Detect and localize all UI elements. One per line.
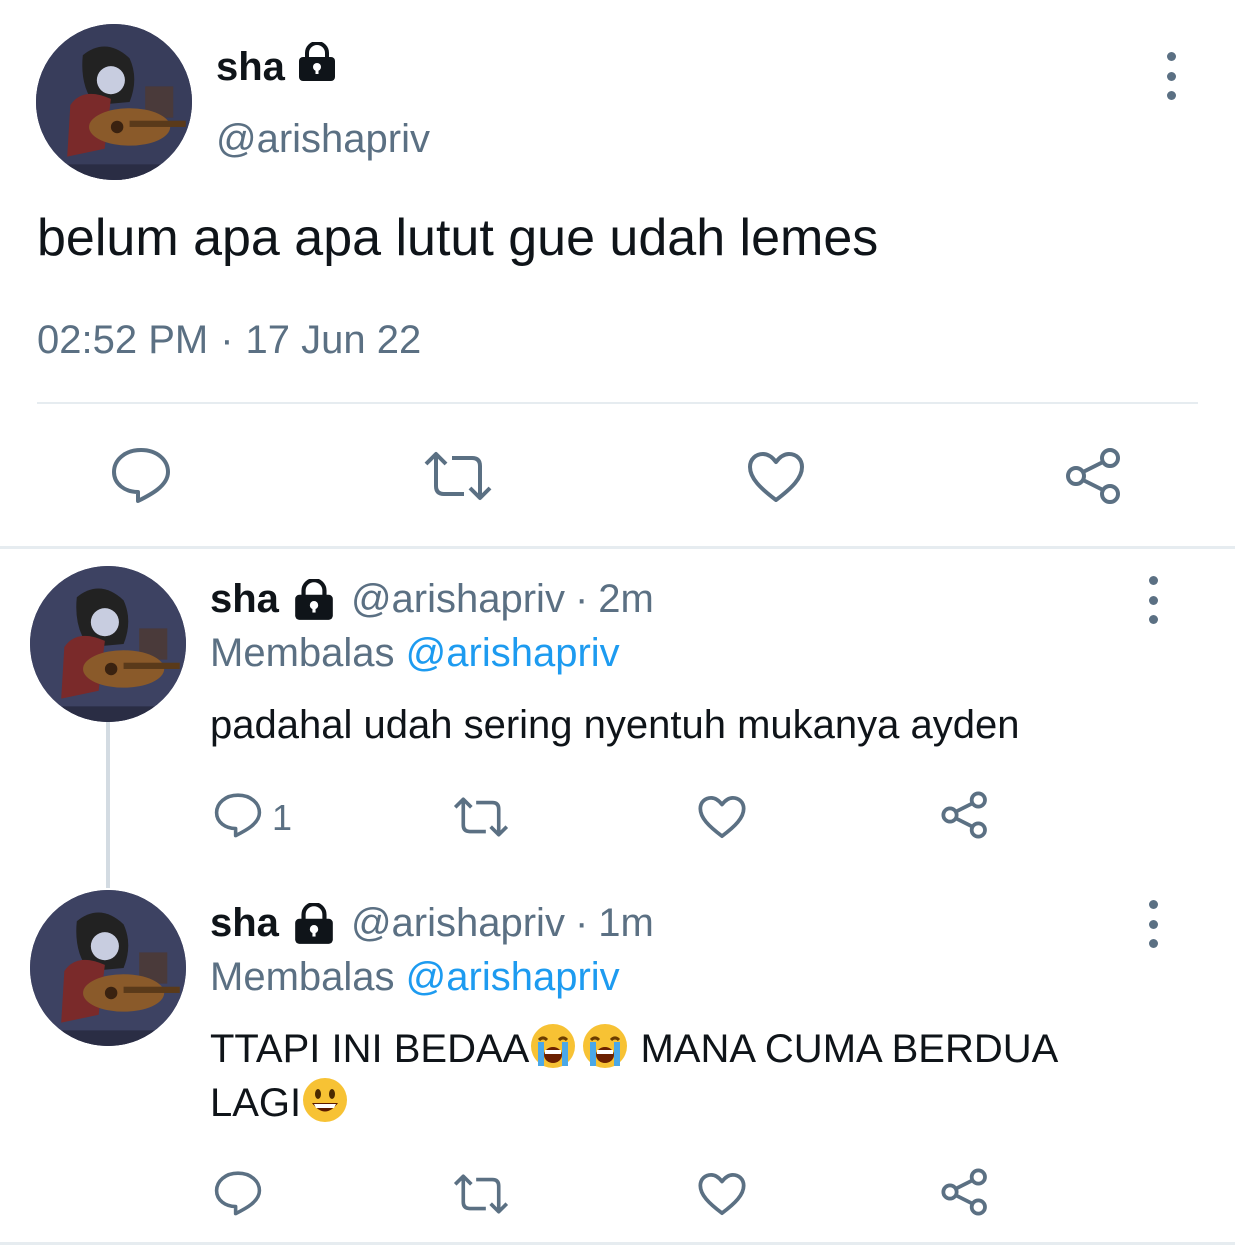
replying-to: Membalas @arishapriv bbox=[210, 631, 620, 676]
reply-icon[interactable] bbox=[213, 1170, 263, 1216]
lock-icon bbox=[295, 41, 339, 92]
divider bbox=[37, 402, 1198, 404]
share-icon[interactable] bbox=[1064, 446, 1124, 506]
share-icon[interactable] bbox=[940, 1167, 990, 1217]
tweet-time: 02:52 PM bbox=[37, 318, 209, 362]
thread-connector bbox=[106, 722, 110, 888]
reply-header[interactable]: sha @arishapriv · 2m bbox=[210, 577, 654, 622]
like-icon[interactable] bbox=[746, 450, 806, 504]
reply-text-part: TTAPI INI BEDAA bbox=[210, 1027, 530, 1071]
reply-age: 1m bbox=[598, 901, 654, 945]
reply-age: 2m bbox=[598, 577, 654, 621]
more-options-icon[interactable] bbox=[1151, 46, 1191, 106]
divider bbox=[0, 546, 1235, 549]
more-options-icon[interactable] bbox=[1133, 894, 1173, 954]
replying-prefix: Membalas bbox=[210, 955, 395, 999]
reply-handle: @arishapriv bbox=[350, 901, 565, 945]
like-icon[interactable] bbox=[697, 1171, 747, 1217]
reply-text-part: MANA CUMA BERDUA bbox=[629, 1027, 1059, 1071]
reply-handle: @arishapriv bbox=[350, 577, 565, 621]
tweet-text: belum apa apa lutut gue udah lemes bbox=[37, 209, 879, 267]
display-name-text: sha bbox=[216, 44, 285, 89]
time-separator: · bbox=[220, 318, 234, 362]
loudly-crying-face-icon bbox=[529, 1022, 577, 1070]
like-icon[interactable] bbox=[697, 794, 747, 840]
retweet-icon[interactable] bbox=[452, 796, 510, 838]
reply-icon[interactable] bbox=[110, 446, 172, 504]
more-options-icon[interactable] bbox=[1133, 570, 1173, 630]
main-handle[interactable]: @arishapriv bbox=[216, 117, 430, 162]
reply-avatar[interactable] bbox=[30, 566, 186, 722]
reply-count: 1 bbox=[272, 797, 293, 838]
replying-to: Membalas @arishapriv bbox=[210, 955, 620, 1000]
reply-avatar[interactable] bbox=[30, 890, 186, 1046]
lock-icon bbox=[291, 578, 337, 621]
main-display-name[interactable]: sha bbox=[216, 41, 339, 92]
replying-prefix: Membalas bbox=[210, 631, 395, 675]
meta-separator: · bbox=[574, 901, 589, 945]
retweet-icon[interactable] bbox=[452, 1173, 510, 1215]
meta-separator: · bbox=[574, 577, 589, 621]
loudly-crying-face-icon bbox=[581, 1022, 629, 1070]
reply-display-name: sha bbox=[210, 901, 279, 945]
reply-header[interactable]: sha @arishapriv · 1m bbox=[210, 901, 654, 946]
reply-text: padahal udah sering nyentuh mukanya ayde… bbox=[210, 703, 1020, 747]
tweet-date: 17 Jun 22 bbox=[245, 318, 422, 362]
retweet-icon[interactable] bbox=[422, 450, 494, 502]
lock-icon bbox=[291, 902, 337, 945]
main-avatar[interactable] bbox=[36, 24, 192, 180]
replying-mention[interactable]: @arishapriv bbox=[406, 955, 620, 999]
reply-display-name: sha bbox=[210, 577, 279, 621]
reply-text: TTAPI INI BEDAA MANA CUMA BERDUA LAGI bbox=[210, 1022, 1200, 1130]
reply-text-part: LAGI bbox=[210, 1081, 302, 1125]
reply-icon[interactable] bbox=[213, 792, 263, 838]
share-icon[interactable] bbox=[940, 790, 990, 840]
grinning-face-icon bbox=[301, 1076, 349, 1124]
tweet-timestamp[interactable]: 02:52 PM · 17 Jun 22 bbox=[37, 318, 421, 363]
replying-mention[interactable]: @arishapriv bbox=[406, 631, 620, 675]
